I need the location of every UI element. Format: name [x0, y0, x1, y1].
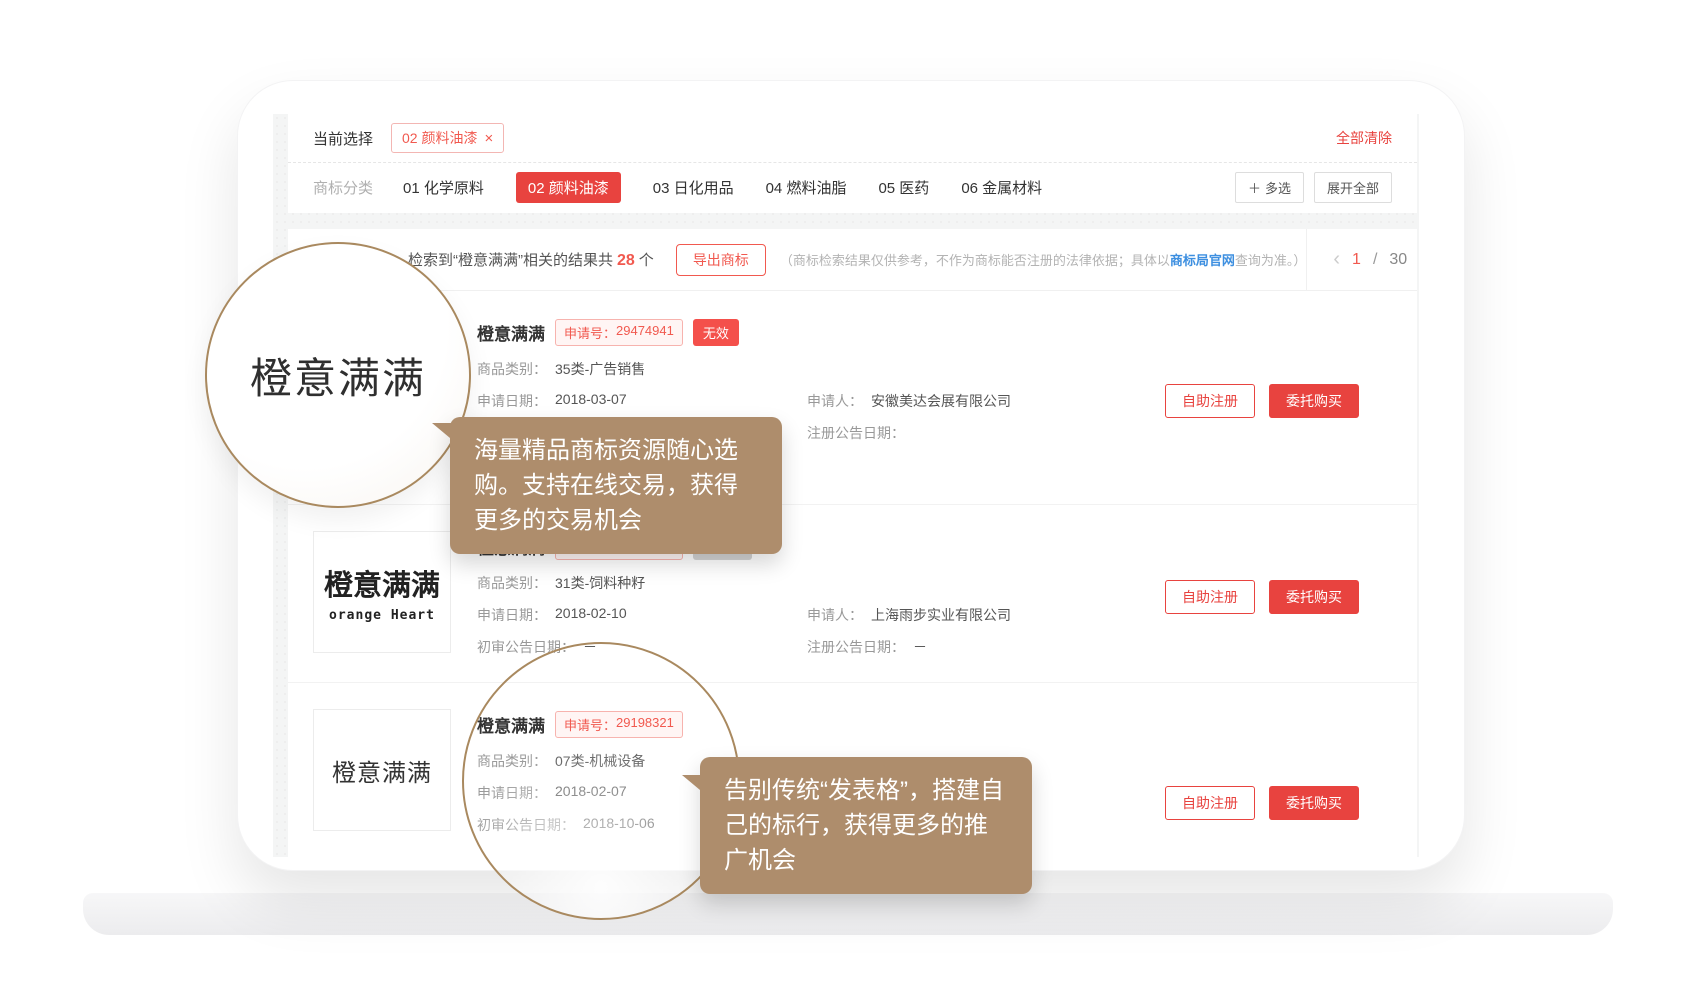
field-value: 安徽美达会展有限公司: [871, 391, 1011, 411]
field-value: 31类-饲料种籽: [555, 573, 645, 593]
trademark-logo-subtext: orange Heart: [329, 608, 435, 623]
magnified-trademark-text: 橙意满满: [250, 345, 426, 406]
trademark-image-tile[interactable]: 橙意满满: [313, 709, 451, 831]
trademark-office-link[interactable]: 商标局官网: [1170, 253, 1235, 268]
trademark-logo-text: 橙意满满: [324, 562, 440, 604]
application-number-tag: 申请号：29474941: [555, 319, 683, 346]
status-badge: 无效: [693, 319, 739, 346]
field-value: 2018-02-10: [555, 605, 627, 625]
callout-bubble-trade: 海量精品商标资源随心选购。支持在线交易，获得更多的交易机会: [450, 417, 782, 554]
field-label: 申请人：: [807, 605, 863, 625]
field-label: 申请人：: [807, 391, 863, 411]
tab-01-chemical[interactable]: 01 化学原料: [403, 172, 484, 203]
row-actions: 自助注册 委托购买: [1165, 580, 1359, 614]
disclaimer-prefix: （商标检索结果仅供参考，不作为商标能否注册的法律依据；具体以: [780, 253, 1170, 268]
field-label: 申请日期：: [477, 605, 547, 625]
entrust-buy-button[interactable]: 委托购买: [1269, 384, 1359, 418]
self-register-button[interactable]: 自助注册: [1165, 384, 1255, 418]
tab-02-paint-active[interactable]: 02 颜料油漆: [516, 172, 621, 203]
multi-select-label: 多选: [1265, 178, 1291, 197]
results-unit: 个: [639, 252, 654, 269]
reg-announce-col: 注册公告日期：: [807, 423, 913, 443]
prev-page-icon[interactable]: ‹: [1333, 248, 1340, 271]
total-pages: 30: [1389, 251, 1407, 269]
laptop-base: [83, 893, 1613, 935]
date-applicant-line: 申请日期： 2018-03-07 申请人： 安徽美达会展有限公司: [477, 391, 1011, 411]
trademark-name[interactable]: 橙意满满: [477, 320, 545, 345]
expand-all-button[interactable]: 展开全部: [1314, 172, 1392, 203]
field-label: 商品类别：: [477, 573, 547, 593]
export-trademarks-button[interactable]: 导出商标: [676, 244, 766, 276]
page-divider: /: [1373, 251, 1377, 269]
self-register-button[interactable]: 自助注册: [1165, 786, 1255, 820]
category-row: 商标分类 01 化学原料 02 颜料油漆 03 日化用品 04 燃料油脂 05 …: [288, 163, 1417, 212]
self-register-button[interactable]: 自助注册: [1165, 580, 1255, 614]
magnifier-circle: 橙意满满: [205, 242, 471, 508]
category-tabs: 01 化学原料 02 颜料油漆 03 日化用品 04 燃料油脂 05 医药 06…: [403, 172, 1042, 203]
screen-content: 当前选择 02 颜料油漆 × 全部清除 商标分类 01 化学原料 02 颜料油漆…: [273, 114, 1419, 857]
field-label: 注册公告日期：: [807, 637, 905, 657]
tab-06-metal[interactable]: 06 金属材料: [961, 172, 1042, 203]
row-actions: 自助注册 委托购买: [1165, 384, 1359, 418]
date-applicant-line: 申请日期： 2018-02-10 申请人： 上海雨步实业有限公司: [477, 605, 1011, 625]
field-value: －: [913, 637, 927, 657]
trademark-image-tile[interactable]: 橙意满满 orange Heart: [313, 531, 451, 653]
field-value: 2018-03-07: [555, 391, 627, 411]
application-number-value: 29474941: [616, 323, 674, 342]
field-value: 上海雨步实业有限公司: [871, 605, 1011, 625]
disclaimer-suffix: 查询为准。）: [1235, 253, 1307, 268]
filter-buttons: ＋ 多选 展开全部: [1235, 172, 1392, 203]
results-header: 检索到“橙意满满”相关的结果共28个 导出商标 （商标检索结果仅供参考，不作为商…: [288, 229, 1417, 291]
filter-card: 当前选择 02 颜料油漆 × 全部清除 商标分类 01 化学原料 02 颜料油漆…: [288, 114, 1417, 213]
tab-04-fuel-grease[interactable]: 04 燃料油脂: [766, 172, 847, 203]
current-selection-row: 当前选择 02 颜料油漆 × 全部清除: [288, 114, 1417, 163]
summary-prefix: 检索到“橙意满满”相关的结果共: [408, 252, 613, 269]
apply-date-col: 申请日期： 2018-02-10: [477, 605, 807, 625]
tab-03-daily-chemical[interactable]: 03 日化用品: [653, 172, 734, 203]
multi-select-button[interactable]: ＋ 多选: [1235, 172, 1304, 203]
field-label: 申请日期：: [477, 391, 547, 411]
category-label: 商标分类: [313, 177, 373, 198]
trademark-logo-text: 橙意满满: [332, 753, 432, 788]
field-label: 注册公告日期：: [807, 423, 905, 443]
results-summary: 检索到“橙意满满”相关的结果共28个: [408, 249, 654, 270]
callout-bubble-promo: 告别传统“发表格”，搭建自己的标行，获得更多的推广机会: [700, 757, 1032, 894]
reg-announce-col: 注册公告日期： －: [807, 637, 927, 657]
apply-date-col: 申请日期： 2018-03-07: [477, 391, 807, 411]
remove-filter-icon[interactable]: ×: [484, 131, 493, 146]
field-label: 商品类别：: [477, 359, 547, 379]
applicant-col: 申请人： 上海雨步实业有限公司: [807, 605, 1011, 625]
field-value: 35类-广告销售: [555, 359, 645, 379]
clear-all-link[interactable]: 全部清除: [1336, 128, 1392, 148]
selected-filter-tag[interactable]: 02 颜料油漆 ×: [391, 123, 504, 153]
selected-filter-tag-label: 02 颜料油漆: [402, 128, 477, 148]
category-line: 商品类别： 35类-广告销售: [477, 359, 1011, 379]
entrust-buy-button[interactable]: 委托购买: [1269, 580, 1359, 614]
pagination: ‹ 1 / 30 ›: [1306, 229, 1419, 290]
trademark-name-line: 橙意满满 申请号：29474941 无效: [477, 319, 1011, 346]
tab-05-medicine[interactable]: 05 医药: [878, 172, 929, 203]
disclaimer-text: （商标检索结果仅供参考，不作为商标能否注册的法律依据；具体以商标局官网查询为准。…: [780, 250, 1307, 269]
entrust-buy-button[interactable]: 委托购买: [1269, 786, 1359, 820]
results-count: 28: [617, 252, 635, 269]
application-number-label: 申请号：: [564, 323, 616, 342]
page: 当前选择 02 颜料油漆 × 全部清除 商标分类 01 化学原料 02 颜料油漆…: [0, 0, 1696, 1002]
row-actions: 自助注册 委托购买: [1165, 786, 1359, 820]
current-selection-label: 当前选择: [313, 128, 373, 149]
current-page: 1: [1352, 251, 1361, 269]
plus-icon: ＋: [1248, 178, 1261, 197]
category-line: 商品类别： 31类-饲料种籽: [477, 573, 1011, 593]
applicant-col: 申请人： 安徽美达会展有限公司: [807, 391, 1011, 411]
